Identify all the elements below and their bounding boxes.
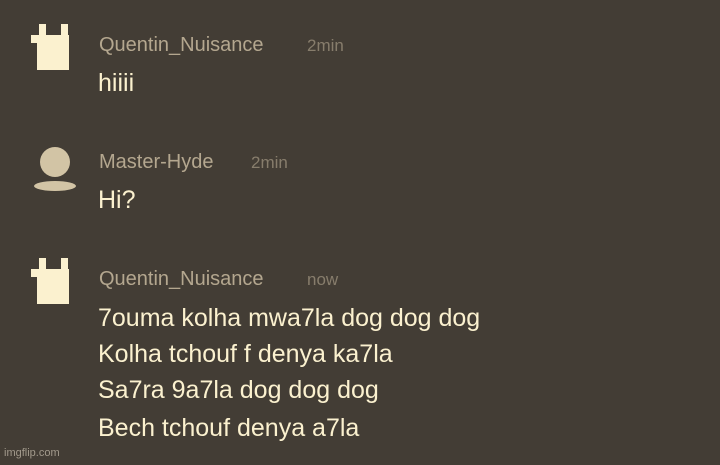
message-timestamp: 2min <box>251 153 288 172</box>
pixel-bunny-icon[interactable] <box>31 258 77 304</box>
chat-log: Quentin_Nuisance 2min hiiii Master-Hyde … <box>0 0 720 465</box>
message-author[interactable]: Quentin_Nuisance <box>99 34 264 57</box>
message-author[interactable]: Master-Hyde <box>99 151 213 174</box>
message-timestamp: 2min <box>307 36 344 55</box>
pixel-bunny-icon[interactable] <box>31 24 77 70</box>
message-text-line: Bech tchouf denya a7la <box>98 414 360 442</box>
message-text-line: Kolha tchouf f denya ka7la <box>98 340 393 368</box>
message-text-line: 7ouma kolha mwa7la dog dog dog <box>98 304 481 332</box>
message-text: hiiii <box>98 69 135 97</box>
message-text: Hi? <box>98 186 136 214</box>
message-timestamp: now <box>307 270 339 289</box>
watermark: imgflip.com <box>4 447 60 459</box>
default-user-icon[interactable] <box>33 146 79 192</box>
message-author[interactable]: Quentin_Nuisance <box>99 268 264 291</box>
message-text-line: Sa7ra 9a7la dog dog dog <box>98 376 379 404</box>
